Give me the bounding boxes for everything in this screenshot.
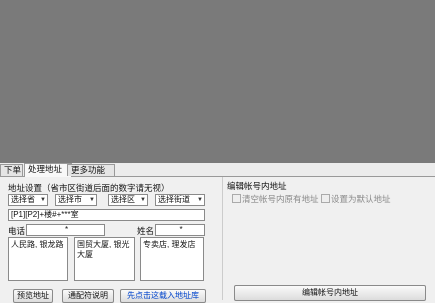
chevron-down-icon: ▼ bbox=[197, 197, 203, 203]
set-default-checkbox[interactable] bbox=[321, 194, 330, 203]
chevron-down-icon: ▼ bbox=[40, 197, 46, 203]
wildcard-help-button[interactable]: 通配符说明 bbox=[62, 289, 114, 303]
city-select[interactable]: 选择市 ▼ bbox=[55, 194, 97, 206]
address-template-input[interactable]: [P1][P2]+楼#+***室 bbox=[8, 209, 205, 221]
chevron-down-icon: ▼ bbox=[89, 197, 95, 203]
city-select-value: 选择市 bbox=[58, 195, 82, 204]
load-address-library-button[interactable]: 先点击这载入地址库 bbox=[120, 289, 206, 303]
set-default-label: 设置为默认地址 bbox=[331, 194, 391, 204]
preview-address-button[interactable]: 预览地址 bbox=[13, 289, 53, 303]
district-select[interactable]: 选择区 ▼ bbox=[108, 194, 148, 206]
province-select[interactable]: 选择省 ▼ bbox=[8, 194, 48, 206]
edit-account-address-panel: 编辑帐号内地址 清空帐号内原有地址 设置为默认地址 编辑帐号内地址 bbox=[222, 177, 435, 301]
clear-existing-checkbox[interactable] bbox=[232, 194, 241, 203]
chevron-down-icon: ▼ bbox=[140, 197, 146, 203]
tab-more-functions[interactable]: 更多功能 bbox=[67, 164, 115, 176]
street-select[interactable]: 选择街道 ▼ bbox=[155, 194, 205, 206]
name-input[interactable]: * bbox=[155, 224, 205, 236]
address-panel: 地址设置（省市区街道后面的数字请无视） 选择省 ▼ 选择市 ▼ 选择区 ▼ 选择… bbox=[0, 177, 435, 303]
street-select-value: 选择街道 bbox=[158, 195, 190, 204]
shop-list-textarea[interactable]: 专卖店, 理发店 bbox=[140, 237, 204, 281]
tab-order[interactable]: 下单 bbox=[0, 164, 23, 176]
clear-existing-label: 清空帐号内原有地址 bbox=[242, 194, 319, 204]
content-area-empty bbox=[0, 0, 435, 163]
district-select-value: 选择区 bbox=[111, 195, 135, 204]
address-settings-label: 地址设置（省市区街道后面的数字请无视） bbox=[8, 183, 170, 193]
building-list-textarea[interactable]: 国贸大厦, 银光大厦 bbox=[74, 237, 135, 281]
road-list-textarea[interactable]: 人民路, 银龙路 bbox=[8, 237, 68, 281]
edit-account-address-button[interactable]: 编辑帐号内地址 bbox=[234, 285, 426, 301]
tab-bar: 下单 处理地址 更多功能 bbox=[0, 163, 435, 177]
province-select-value: 选择省 bbox=[11, 195, 35, 204]
phone-input[interactable]: * bbox=[26, 224, 105, 236]
name-label: 姓名 bbox=[137, 226, 155, 236]
tab-process-address[interactable]: 处理地址 bbox=[24, 163, 72, 177]
phone-label: 电话 bbox=[8, 226, 26, 236]
edit-address-title: 编辑帐号内地址 bbox=[227, 181, 287, 191]
